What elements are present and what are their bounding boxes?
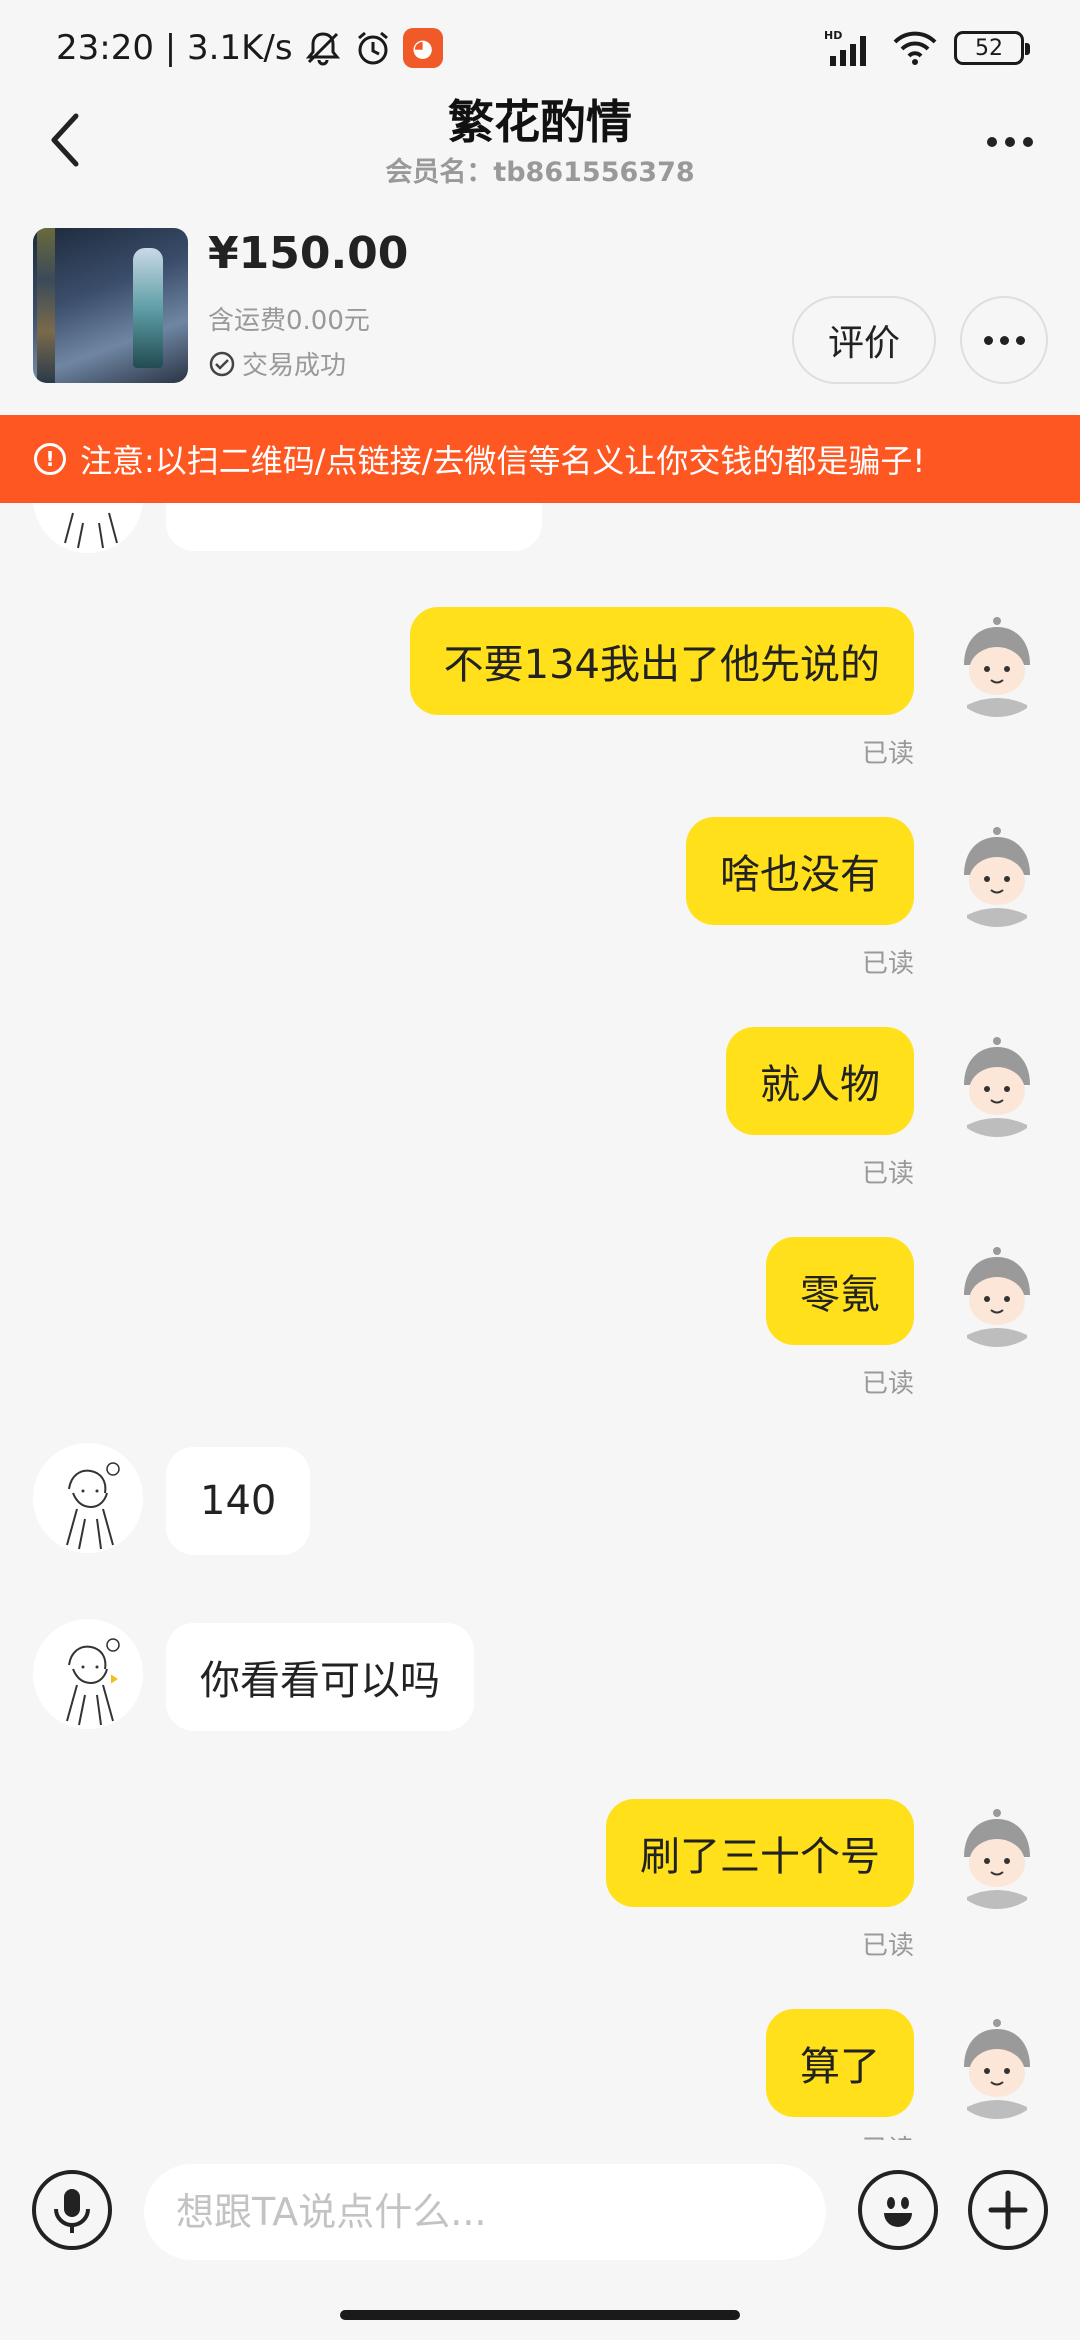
taobao-app-icon: ◕ [402,28,443,68]
emoji-button[interactable] [858,2170,938,2250]
status-right: HD 52 [824,24,1030,72]
cartoon-boy-avatar-icon [942,2009,1052,2119]
chat-message-list[interactable]: 不要134我出了他先说的 已读 啥也没有 已读 就人物 已读 零氪 已读 140… [0,503,1080,2140]
cartoon-boy-avatar-icon [942,607,1052,717]
message-bubble[interactable]: 零氪 [766,1237,914,1345]
message-bubble[interactable]: 就人物 [726,1027,914,1135]
signal-icon: HD [824,29,866,66]
warning-banner: ! 注意:以扫二维码/点链接/去微信等名义让你交钱的都是骗子! [0,415,1080,503]
product-thumbnail[interactable] [33,228,188,383]
bell-muted-icon [305,32,340,66]
more-horizontal-icon [987,137,997,147]
read-receipt: 已读 [862,2129,914,2140]
message-bubble[interactable]: 140 [166,1447,311,1555]
cartoon-boy-avatar-icon [942,1237,1052,1347]
title-wrap: 繁花酌情 会员名：tb861556378 [0,90,1080,192]
plus-button[interactable] [968,2170,1048,2250]
peer-avatar[interactable] [33,503,143,553]
product-card[interactable]: ¥150.00 含运费0.00元 交易成功 评价 [0,200,1080,415]
exclamation-circle-icon: ! [34,443,66,475]
product-price: ¥150.00 [208,228,409,279]
thumbnail-figure [133,248,163,368]
read-receipt: 已读 [861,1159,914,1189]
product-more-button[interactable] [960,296,1048,384]
peer-avatar[interactable] [33,1443,143,1553]
message-input[interactable] [144,2164,826,2260]
message-bubble[interactable]: 刷了三十个号 [606,1799,914,1907]
status-bar: 23:20 | 3.1K/s ◕ HD 52 [0,0,1080,90]
self-avatar[interactable] [942,2009,1052,2119]
voice-button[interactable] [32,2170,112,2250]
battery-level: 52 [975,35,1003,61]
read-receipt: 已读 [861,739,914,769]
self-avatar[interactable] [942,817,1052,927]
plus-icon [988,2190,1028,2230]
cartoon-boy-avatar-icon [942,1799,1052,1909]
status-left: 23:20 | 3.1K/s ◕ [56,24,443,72]
deal-status-text: 交易成功 [242,351,347,381]
svg-text:HD: HD [824,29,842,42]
header-more-button[interactable] [970,112,1050,172]
chat-header: 繁花酌情 会员名：tb861556378 [0,90,1080,200]
alarm-icon [357,31,388,65]
cartoon-boy-avatar-icon [942,1027,1052,1137]
message-bubble-partial[interactable] [166,503,542,551]
check-circle-icon [209,351,235,376]
emoji-icon [884,2197,912,2227]
status-time: 23:20 | 3.1K/s [56,28,293,68]
review-button[interactable]: 评价 [792,296,936,384]
read-receipt: 已读 [861,949,914,979]
wifi-icon [893,31,937,65]
read-receipt: 已读 [861,1369,914,1399]
sketch-character-avatar-icon [33,1619,143,1729]
microphone-icon [54,2189,90,2233]
message-bubble[interactable]: 啥也没有 [686,817,914,925]
peer-avatar[interactable] [33,1619,143,1729]
member-name: 会员名：tb861556378 [385,157,695,188]
self-avatar[interactable] [942,607,1052,717]
warning-text: 注意:以扫二维码/点链接/去微信等名义让你交钱的都是骗子! [80,442,926,480]
thumbnail-strip [37,228,55,383]
sketch-character-avatar-icon [33,1443,143,1553]
page-title: 繁花酌情 [448,95,632,149]
more-horizontal-icon [983,335,993,345]
message-bubble[interactable]: 你看看可以吗 [166,1623,474,1731]
cartoon-boy-avatar-icon [942,817,1052,927]
message-bubble[interactable]: 不要134我出了他先说的 [409,607,914,715]
deal-status: 交易成功 [208,345,346,382]
battery-indicator: 52 [954,31,1030,65]
self-avatar[interactable] [942,1799,1052,1909]
input-bar [0,2140,1080,2280]
message-bubble[interactable]: 算了 [766,2009,914,2117]
sketch-character-avatar-icon [33,503,143,553]
home-indicator[interactable] [340,2310,740,2320]
read-receipt: 已读 [861,1931,914,1961]
shipping-fee: 含运费0.00元 [208,306,370,336]
self-avatar[interactable] [942,1237,1052,1347]
self-avatar[interactable] [942,1027,1052,1137]
